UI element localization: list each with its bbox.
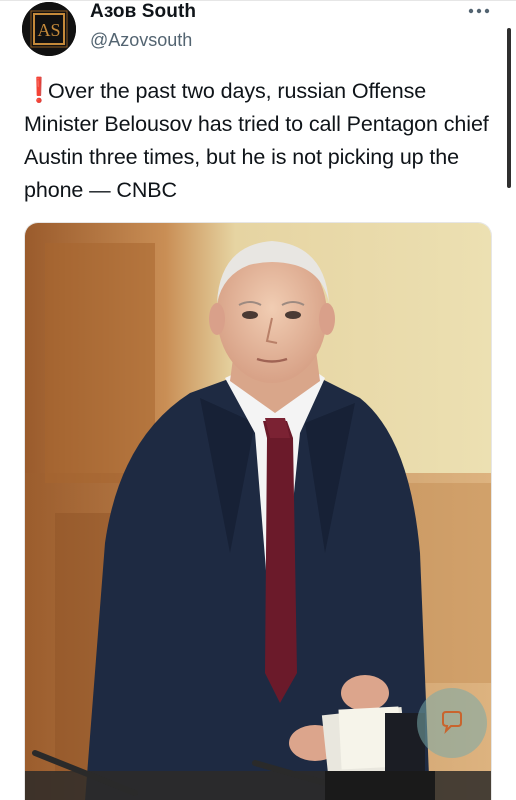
author-block: Азов South @Azovsouth (90, 0, 196, 53)
scrollbar[interactable] (507, 28, 511, 188)
tweet-body: ❗Over the past two days, russian Offense… (24, 74, 500, 207)
avatar[interactable]: AS (22, 2, 76, 56)
top-divider (0, 0, 516, 1)
avatar-text: AS (37, 20, 60, 40)
tweet-text: Over the past two days, russian Offense … (24, 79, 489, 202)
more-options-icon[interactable] (466, 4, 492, 18)
user-handle[interactable]: @Azovsouth (90, 27, 196, 53)
display-name[interactable]: Азов South (90, 0, 196, 24)
red-exclamation-icon: ❗ (24, 77, 54, 104)
chat-bubble-icon (442, 711, 462, 735)
chat-button[interactable] (417, 688, 487, 758)
avatar-logo: AS (22, 2, 76, 56)
